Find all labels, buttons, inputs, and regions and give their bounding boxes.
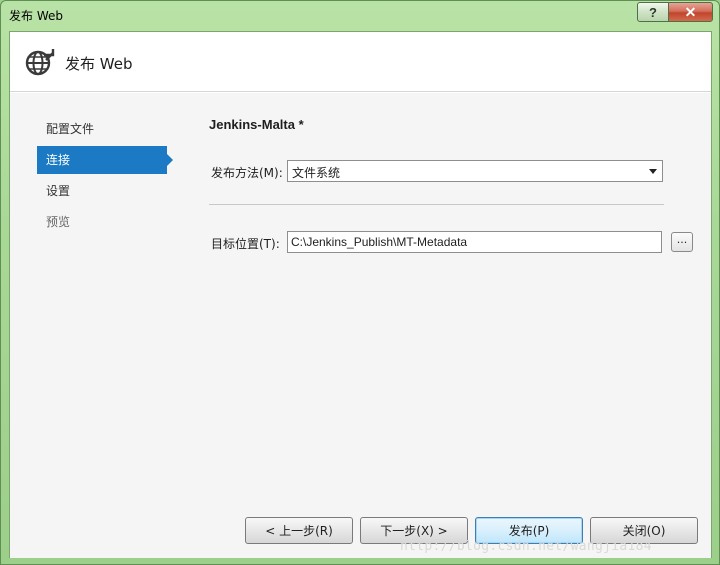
globe-publish-icon	[25, 49, 55, 76]
target-location-input[interactable]: C:\Jenkins_Publish\MT-Metadata	[287, 231, 662, 253]
nav-item-settings[interactable]: 设置	[37, 177, 167, 205]
nav-item-label: 连接	[46, 153, 71, 167]
next-button-label: 下一步(X) >	[380, 524, 448, 538]
nav-item-profile[interactable]: 配置文件	[37, 115, 167, 143]
section-divider	[209, 204, 664, 205]
title-bar[interactable]: 发布 Web ? ✕	[1, 1, 719, 31]
dialog-client-area: 发布 Web 配置文件 连接 设置 预览 Jenkins-Malta * 发布方…	[9, 31, 712, 558]
nav-item-label: 预览	[46, 215, 71, 229]
nav-item-connection[interactable]: 连接	[37, 146, 173, 174]
publish-method-select[interactable]: 文件系统	[287, 160, 663, 182]
window-title: 发布 Web	[9, 9, 63, 23]
browse-button[interactable]: ...	[671, 232, 693, 252]
close-window-button[interactable]: ✕	[668, 2, 713, 22]
chevron-down-icon	[649, 169, 657, 174]
dialog-body: 配置文件 连接 设置 预览 Jenkins-Malta * 发布方法(M): 文…	[10, 93, 711, 558]
publish-method-label: 发布方法(M):	[211, 166, 283, 180]
publish-method-value: 文件系统	[292, 166, 341, 180]
publish-button-label: 发布(P)	[508, 524, 550, 538]
dialog-header: 发布 Web	[10, 32, 711, 92]
profile-title: Jenkins-Malta *	[209, 117, 304, 132]
help-icon: ?	[649, 4, 657, 20]
target-location-label: 目标位置(T):	[211, 237, 280, 251]
previous-button-label: < 上一步(R)	[265, 524, 333, 538]
close-button-label: 关闭(O)	[622, 524, 666, 538]
dialog-heading: 发布 Web	[65, 55, 133, 73]
nav-item-preview[interactable]: 预览	[37, 208, 167, 236]
nav-item-label: 设置	[46, 184, 71, 198]
publish-web-window: 发布 Web ? ✕ 发布 Web 配置文件 连接 设置 预览 Jenkins-…	[0, 0, 720, 565]
help-button[interactable]: ?	[637, 2, 669, 22]
close-icon: ✕	[684, 3, 697, 20]
previous-button[interactable]: < 上一步(R)	[245, 517, 353, 544]
nav-item-label: 配置文件	[46, 122, 95, 136]
watermark: http://blog.csdn.net/wangjia184	[400, 539, 652, 554]
